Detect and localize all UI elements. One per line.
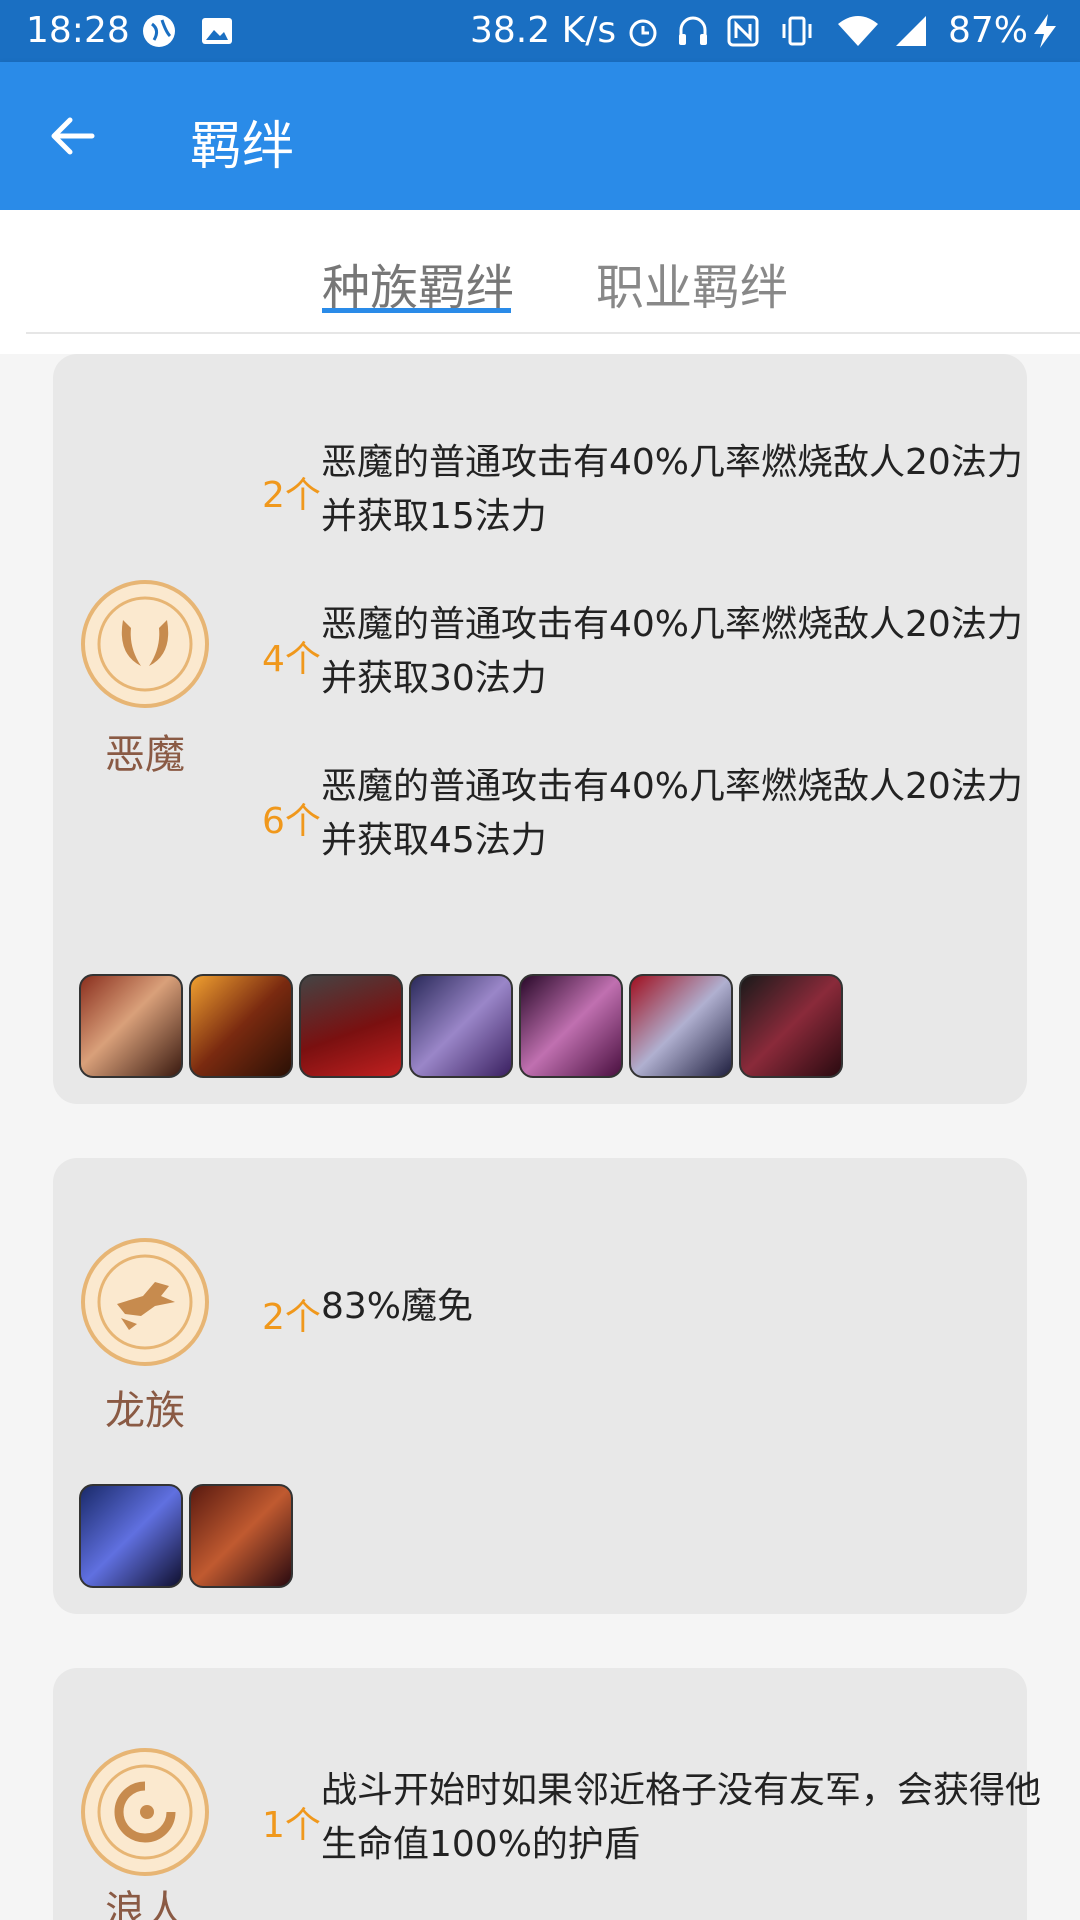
race-card-dragon[interactable]: 龙族 2个 83%魔免 [53, 1158, 1027, 1614]
champion-portrait-1[interactable] [79, 974, 183, 1078]
race-card-demon[interactable]: 恶魔 2个 恶魔的普通攻击有40%几率燃烧敌人20法力并获取15法力 4个 恶魔… [53, 354, 1027, 1104]
bonus-count: 2个 [262, 475, 321, 516]
battery-level: 87% [948, 10, 1029, 51]
race-name: 龙族 [105, 1388, 185, 1434]
ronin-swirl-icon [81, 1748, 209, 1876]
bonus-description: 83%魔免 [321, 1286, 474, 1327]
champion-portrait-4[interactable] [409, 974, 513, 1078]
champion-portrait-5[interactable] [519, 974, 623, 1078]
bonus-count: 6个 [262, 801, 321, 842]
race-card-ronin[interactable]: 浪人 1个 战斗开始时如果邻近格子没有友军，会获得他生命值100%的护盾 [53, 1668, 1041, 1920]
battery-charging-icon [1030, 12, 1068, 50]
bonus-count: 2个 [262, 1297, 321, 1338]
champion-portrait-2[interactable] [189, 1484, 293, 1588]
bonus-description: 恶魔的普通攻击有40%几率燃烧敌人20法力并获取30法力 [321, 604, 1023, 699]
race-name: 恶魔 [105, 732, 185, 778]
champion-portrait-7[interactable] [739, 974, 843, 1078]
champion-portrait-6[interactable] [629, 974, 733, 1078]
demon-horns-icon [81, 580, 209, 708]
bonus-count: 4个 [262, 639, 321, 680]
race-name: 浪人 [105, 1888, 185, 1920]
bonus-description: 恶魔的普通攻击有40%几率燃烧敌人20法力并获取15法力 [321, 442, 1023, 537]
alarm-icon [624, 12, 662, 50]
status-time: 18:28 [26, 10, 130, 51]
bonus-description: 战斗开始时如果邻近格子没有友军，会获得他生命值100%的护盾 [321, 1770, 1042, 1865]
signal-icon [892, 12, 930, 50]
bonus-description: 恶魔的普通攻击有40%几率燃烧敌人20法力并获取45法力 [321, 766, 1023, 861]
arrow-left-icon[interactable] [48, 112, 96, 160]
tab-bar: 种族羁绊 职业羁绊 [0, 210, 1080, 354]
wifi-icon [836, 12, 878, 50]
nfc-icon [724, 12, 762, 50]
tab-class-synergy[interactable]: 职业羁绊 [596, 248, 788, 318]
status-bar: 18:28 38.2 K/s 87% [0, 0, 1080, 62]
champion-portrait-3[interactable] [299, 974, 403, 1078]
champion-portrait-1[interactable] [79, 1484, 183, 1588]
app-bar: 羁绊 [0, 62, 1080, 210]
headset-icon [674, 12, 712, 50]
tab-divider [26, 332, 1080, 334]
page-title: 羁绊 [190, 117, 295, 177]
image-icon [198, 12, 236, 50]
champion-portrait-2[interactable] [189, 974, 293, 1078]
network-speed: 38.2 K/s [470, 10, 617, 51]
vibrate-icon [778, 12, 816, 50]
dragon-icon [81, 1238, 209, 1366]
location-icon [140, 12, 178, 50]
tab-indicator [322, 308, 511, 313]
bonus-count: 1个 [262, 1805, 321, 1846]
